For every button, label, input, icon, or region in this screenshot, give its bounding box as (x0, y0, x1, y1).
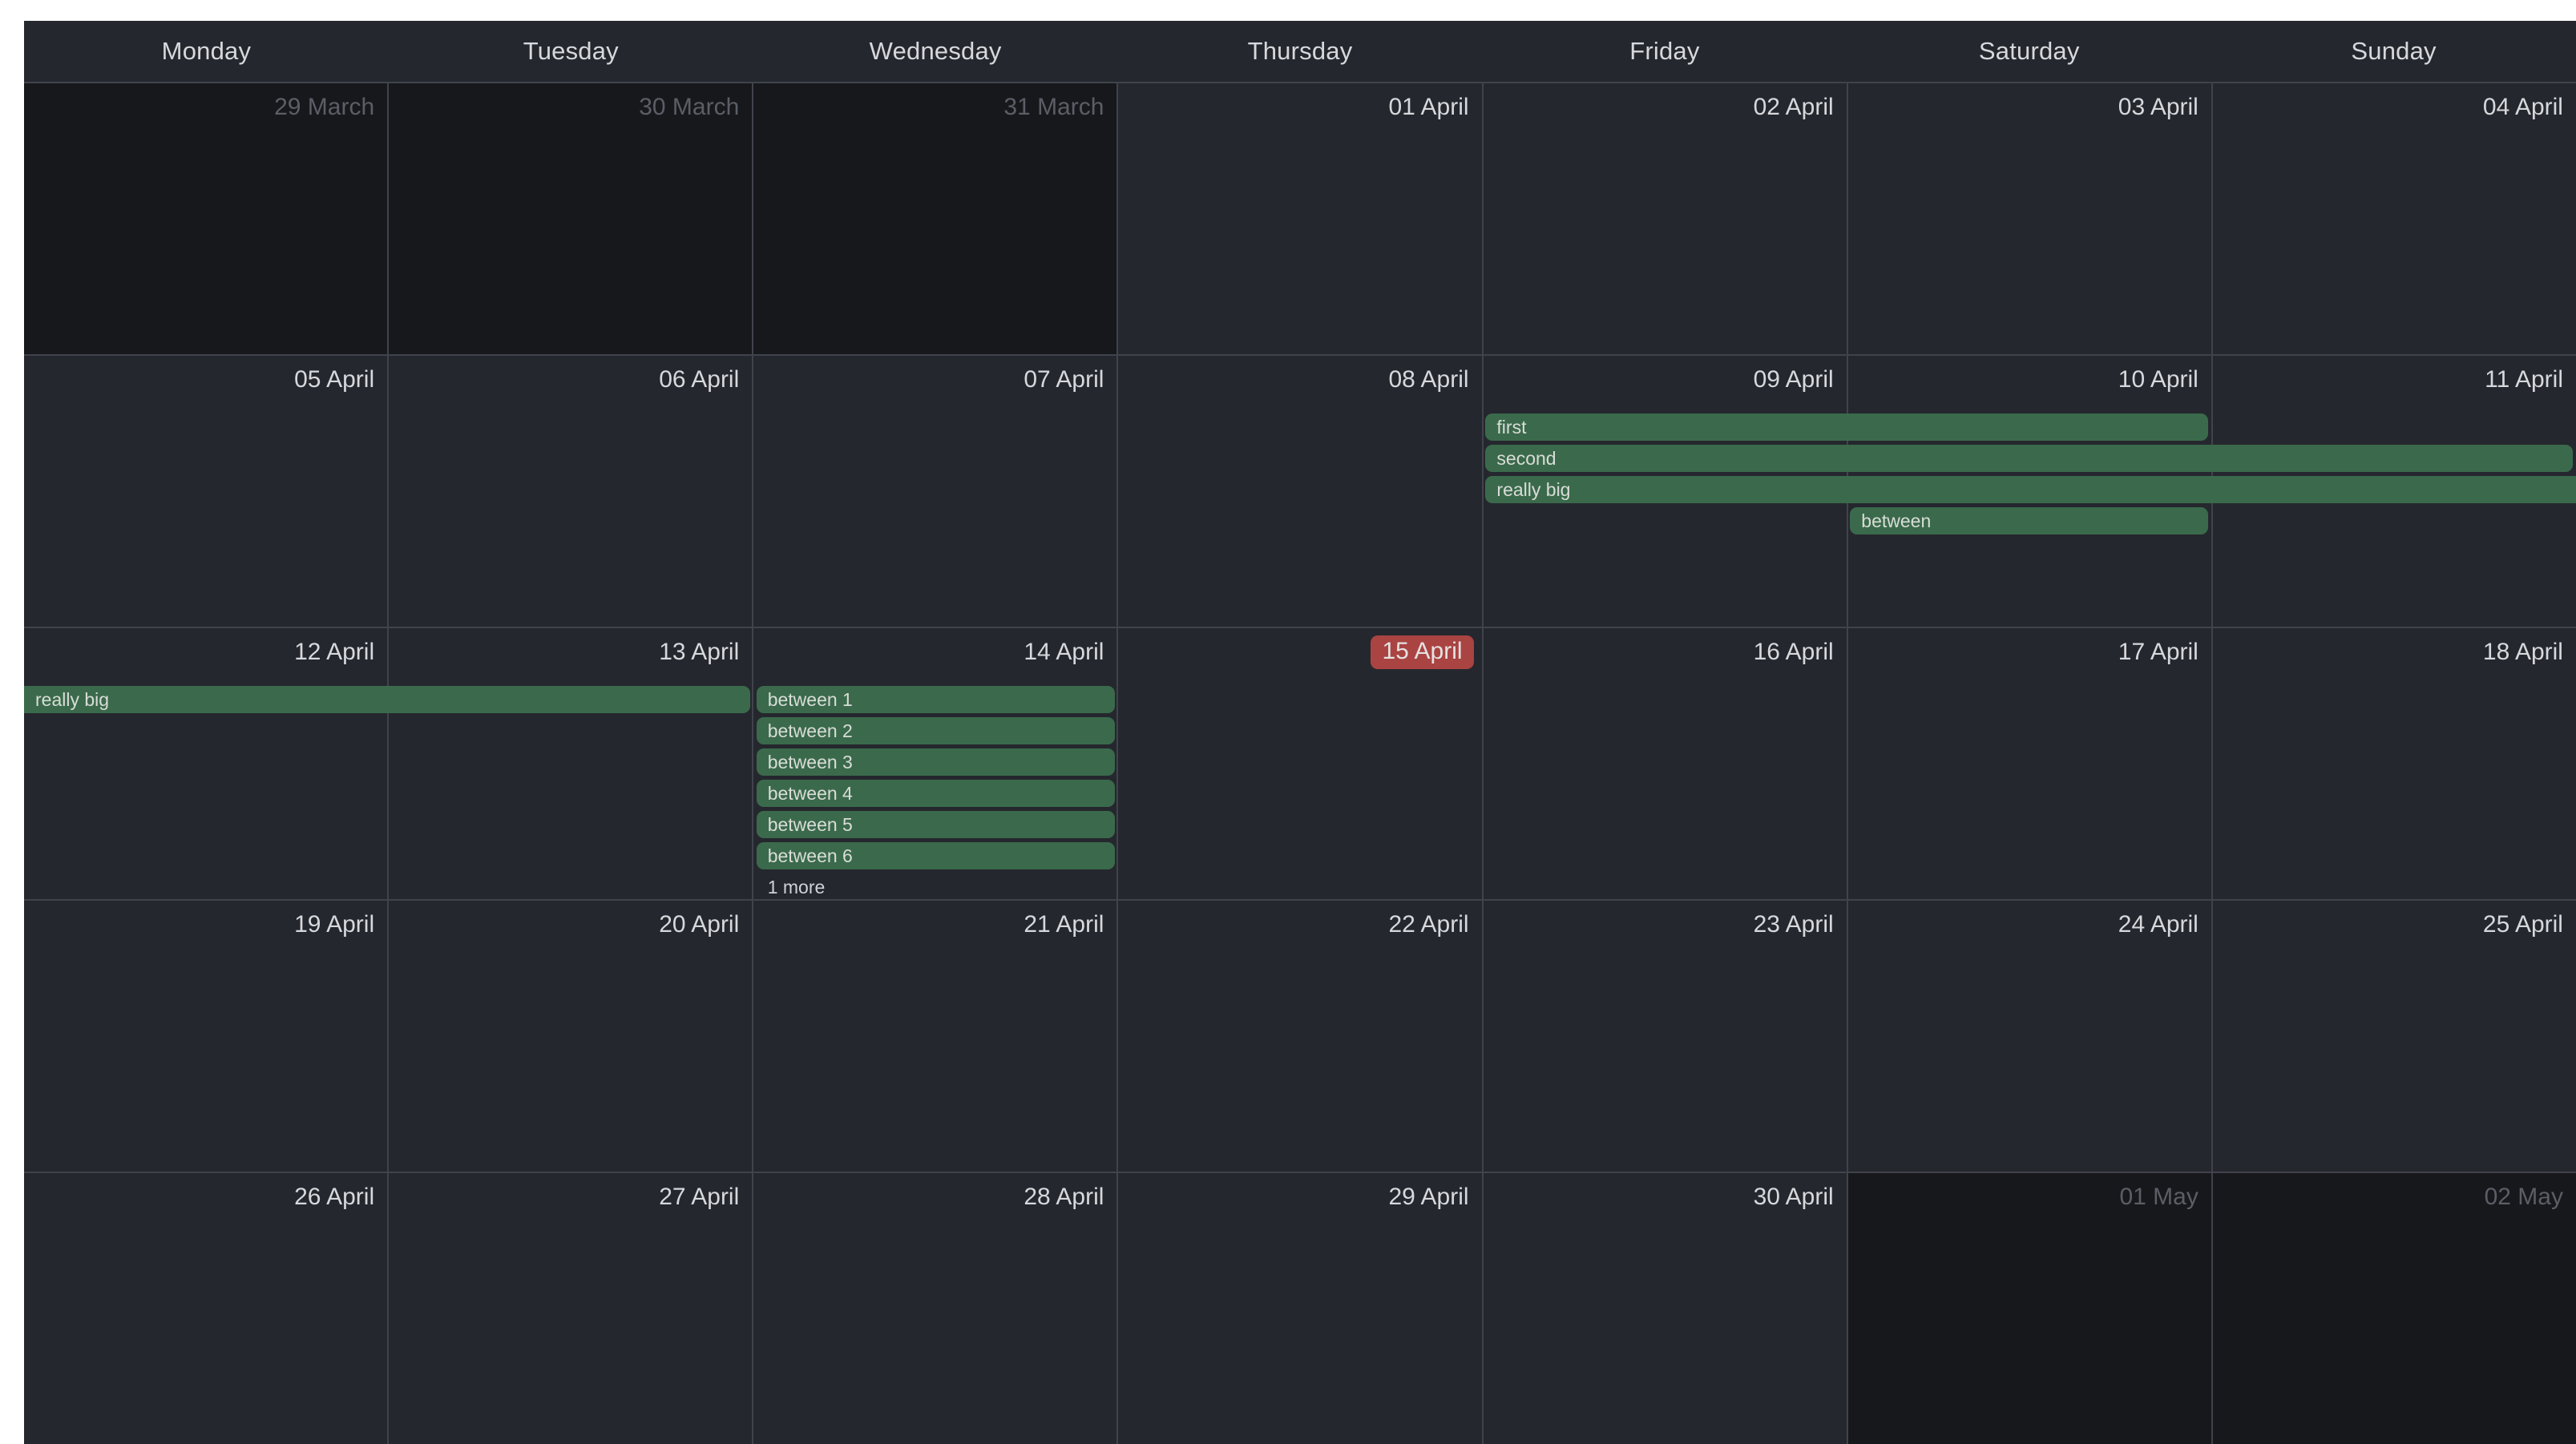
weekday-header-wednesday: Wednesday (753, 21, 1118, 82)
weeks-grid: 29 March 30 March 31 March 01 April 02 April… (24, 82, 2576, 1444)
day-number[interactable]: 02 April (1754, 94, 1834, 121)
calendar-event[interactable]: between 1 (757, 686, 1115, 713)
calendar-event[interactable]: between 2 (757, 717, 1115, 744)
day-cell[interactable]: 12 April (24, 628, 389, 899)
day-cell[interactable]: 19 April (24, 901, 389, 1172)
day-cell[interactable]: 29 April (1118, 1173, 1483, 1444)
day-cell[interactable]: 29 March (24, 83, 389, 354)
day-cell[interactable]: 21 April (753, 901, 1118, 1172)
day-cell[interactable]: 26 April (24, 1173, 389, 1444)
day-number[interactable]: 10 April (2118, 366, 2198, 393)
weekday-header-tuesday: Tuesday (389, 21, 753, 82)
day-cell[interactable]: 02 April (1484, 83, 1848, 354)
day-cell[interactable]: 17 April (1848, 628, 2213, 899)
day-cell[interactable]: 27 April (389, 1173, 753, 1444)
day-cell[interactable]: 15 April (1118, 628, 1483, 899)
day-cell[interactable]: 02 May (2213, 1173, 2576, 1444)
day-number[interactable]: 04 April (2483, 94, 2563, 121)
day-cell-group: 19 April 20 April 21 April 22 April 23 April… (24, 901, 2576, 1172)
weekday-header-monday: Monday (24, 21, 389, 82)
day-number[interactable]: 07 April (1024, 366, 1104, 393)
day-cell[interactable]: 08 April (1118, 356, 1483, 627)
day-number[interactable]: 22 April (1388, 911, 1468, 938)
week-row: 19 April 20 April 21 April 22 April 23 April… (24, 901, 2576, 1173)
day-number[interactable]: 27 April (659, 1184, 739, 1211)
day-number[interactable]: 01 April (1388, 94, 1468, 121)
day-number[interactable]: 05 April (294, 366, 374, 393)
day-cell[interactable]: 24 April (1848, 901, 2213, 1172)
day-number[interactable]: 29 April (1388, 1184, 1468, 1211)
day-cell[interactable]: 07 April (753, 356, 1118, 627)
day-number[interactable]: 29 March (274, 94, 374, 121)
day-cell[interactable]: 28 April (753, 1173, 1118, 1444)
day-number[interactable]: 11 April (2485, 366, 2563, 393)
day-number-today[interactable]: 15 April (1371, 635, 1473, 669)
calendar-event[interactable]: between 6 (757, 842, 1115, 869)
weekday-header-thursday: Thursday (1118, 21, 1483, 82)
weekday-header-row: MondayTuesdayWednesdayThursdayFridaySatu… (24, 21, 2576, 82)
weekday-header-sunday: Sunday (2211, 21, 2576, 82)
day-cell[interactable]: 05 April (24, 356, 389, 627)
calendar-event[interactable]: really big (24, 686, 750, 713)
weekday-header-friday: Friday (1482, 21, 1847, 82)
day-number[interactable]: 16 April (1754, 639, 1834, 666)
day-cell[interactable]: 01 May (1848, 1173, 2213, 1444)
day-cell[interactable]: 16 April (1484, 628, 1848, 899)
day-number[interactable]: 20 April (659, 911, 739, 938)
day-number[interactable]: 13 April (659, 639, 739, 666)
day-number[interactable]: 17 April (2118, 639, 2198, 666)
day-number[interactable]: 28 April (1024, 1184, 1104, 1211)
week-row: 26 April 27 April 28 April 29 April 30 April… (24, 1173, 2576, 1444)
month-calendar: MondayTuesdayWednesdayThursdayFridaySatu… (24, 21, 2576, 1444)
calendar-event[interactable]: first (1485, 413, 2208, 441)
day-number[interactable]: 25 April (2483, 911, 2563, 938)
week-row: 05 April 06 April 07 April 08 April 09 April… (24, 356, 2576, 628)
day-number[interactable]: 26 April (294, 1184, 374, 1211)
day-cell[interactable]: 04 April (2213, 83, 2576, 354)
day-number[interactable]: 30 April (1754, 1184, 1834, 1211)
day-cell[interactable]: 20 April (389, 901, 753, 1172)
day-number[interactable]: 02 May (2485, 1184, 2563, 1211)
day-number[interactable]: 12 April (294, 639, 374, 666)
day-number[interactable]: 30 March (639, 94, 739, 121)
day-number[interactable]: 31 March (1003, 94, 1104, 121)
day-cell-group: 12 April 13 April 14 April 15 April 16 April… (24, 628, 2576, 899)
day-number[interactable]: 23 April (1754, 911, 1834, 938)
day-number[interactable]: 09 April (1754, 366, 1834, 393)
day-cell-group: 29 March 30 March 31 March 01 April 02 April… (24, 83, 2576, 354)
weekday-header-saturday: Saturday (1847, 21, 2211, 82)
day-number[interactable]: 24 April (2118, 911, 2198, 938)
day-number[interactable]: 08 April (1388, 366, 1468, 393)
day-number[interactable]: 14 April (1024, 639, 1104, 666)
day-cell-group: 26 April 27 April 28 April 29 April 30 April… (24, 1173, 2576, 1444)
day-cell[interactable]: 30 April (1484, 1173, 1848, 1444)
calendar-event[interactable]: between 3 (757, 748, 1115, 776)
calendar-event[interactable]: between 4 (757, 780, 1115, 807)
day-number[interactable]: 21 April (1024, 911, 1104, 938)
day-cell[interactable]: 22 April (1118, 901, 1483, 1172)
week-row: 29 March 30 March 31 March 01 April 02 April… (24, 83, 2576, 356)
day-number[interactable]: 19 April (294, 911, 374, 938)
calendar-event[interactable]: second (1485, 445, 2573, 472)
calendar-event[interactable]: between (1850, 507, 2208, 534)
day-number[interactable]: 01 May (2119, 1184, 2198, 1211)
day-cell[interactable]: 23 April (1484, 901, 1848, 1172)
day-cell[interactable]: 13 April (389, 628, 753, 899)
day-number[interactable]: 06 April (659, 366, 739, 393)
day-number[interactable]: 18 April (2483, 639, 2563, 666)
day-number[interactable]: 03 April (2118, 94, 2198, 121)
calendar-event[interactable]: between 5 (757, 811, 1115, 838)
calendar-event[interactable]: really big (1485, 476, 2576, 503)
day-cell[interactable]: 01 April (1118, 83, 1483, 354)
day-cell[interactable]: 06 April (389, 356, 753, 627)
day-cell[interactable]: 31 March (753, 83, 1118, 354)
more-events-link[interactable]: 1 more (765, 875, 826, 899)
day-cell[interactable]: 03 April (1848, 83, 2213, 354)
day-cell[interactable]: 25 April (2213, 901, 2576, 1172)
day-cell[interactable]: 18 April (2213, 628, 2576, 899)
week-row: 12 April 13 April 14 April 15 April 16 April… (24, 628, 2576, 901)
day-cell[interactable]: 30 March (389, 83, 753, 354)
